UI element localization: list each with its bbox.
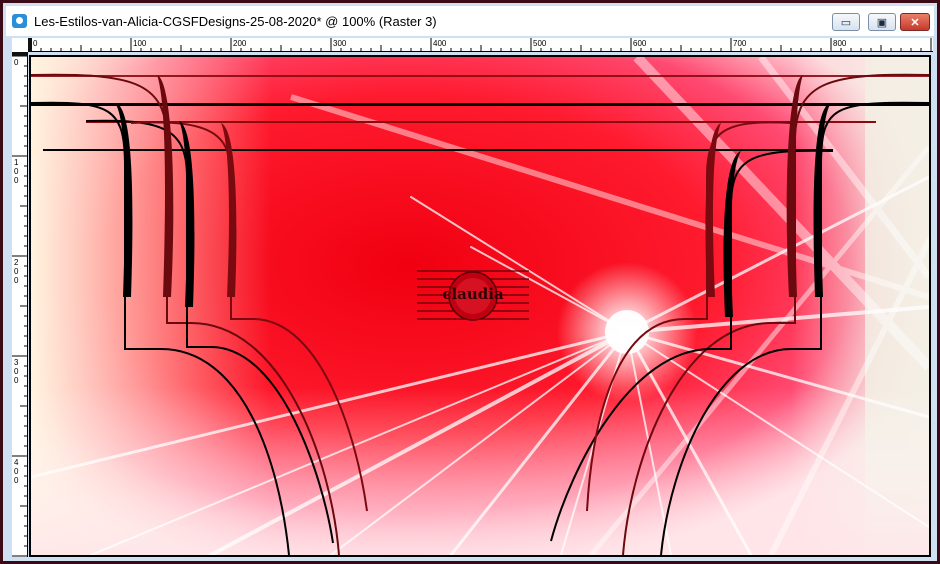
image-window: Les-Estilos-van-Alicia-CGSFDesigns-25-08… bbox=[0, 0, 940, 564]
maximize-button[interactable]: ▣ bbox=[868, 13, 896, 31]
ruler-label: 500 bbox=[533, 39, 547, 48]
close-icon: ✕ bbox=[910, 16, 920, 29]
ruler-label: 0 bbox=[14, 367, 19, 376]
ruler-label: 0 bbox=[14, 476, 19, 485]
ruler-label: 700 bbox=[733, 39, 747, 48]
ruler-label: 3 bbox=[14, 358, 19, 367]
ruler-label: 2 bbox=[14, 258, 19, 267]
maximize-icon: ▣ bbox=[876, 16, 888, 29]
ruler-origin-marker bbox=[28, 38, 32, 52]
ruler-origin-marker-vertical bbox=[12, 52, 28, 56]
ruler-label: 0 bbox=[33, 39, 38, 48]
ruler-label: 1 bbox=[14, 158, 19, 167]
ruler-label: 4 bbox=[14, 458, 19, 467]
close-button[interactable]: ✕ bbox=[900, 13, 930, 31]
minimize-button[interactable]: ▭ bbox=[832, 13, 860, 31]
artwork bbox=[31, 57, 929, 555]
ruler-label: 0 bbox=[14, 167, 19, 176]
ruler-label: 0 bbox=[14, 467, 19, 476]
ruler-label: 0 bbox=[14, 276, 19, 285]
vertical-ruler-ticks: 0100200300400 bbox=[12, 55, 28, 557]
minimize-icon: ▭ bbox=[840, 16, 852, 29]
ruler-label: 0 bbox=[14, 176, 19, 185]
vertical-ruler[interactable]: 0100200300400 bbox=[12, 52, 28, 557]
title-bar[interactable]: Les-Estilos-van-Alicia-CGSFDesigns-25-08… bbox=[6, 6, 934, 36]
ruler-label: 200 bbox=[233, 39, 247, 48]
ruler-label: 800 bbox=[833, 39, 847, 48]
image-canvas[interactable]: claudia bbox=[29, 55, 931, 557]
horizontal-ruler-ticks: 0 100 200 300 400 500 600 700 800 bbox=[30, 38, 932, 52]
app-icon bbox=[12, 14, 27, 28]
ruler-corner bbox=[12, 38, 28, 52]
ruler-label: 600 bbox=[633, 39, 647, 48]
ruler-label: 0 bbox=[14, 58, 19, 67]
ruler-label: 400 bbox=[433, 39, 447, 48]
ruler-label: 100 bbox=[133, 39, 147, 48]
watermark-text: claudia bbox=[442, 285, 504, 303]
ruler-label: 0 bbox=[14, 376, 19, 385]
window-title: Les-Estilos-van-Alicia-CGSFDesigns-25-08… bbox=[34, 14, 437, 29]
horizontal-ruler[interactable]: 0 100 200 300 400 500 600 700 800 bbox=[28, 38, 933, 52]
ruler-label: 0 bbox=[14, 267, 19, 276]
ruler-label: 300 bbox=[333, 39, 347, 48]
